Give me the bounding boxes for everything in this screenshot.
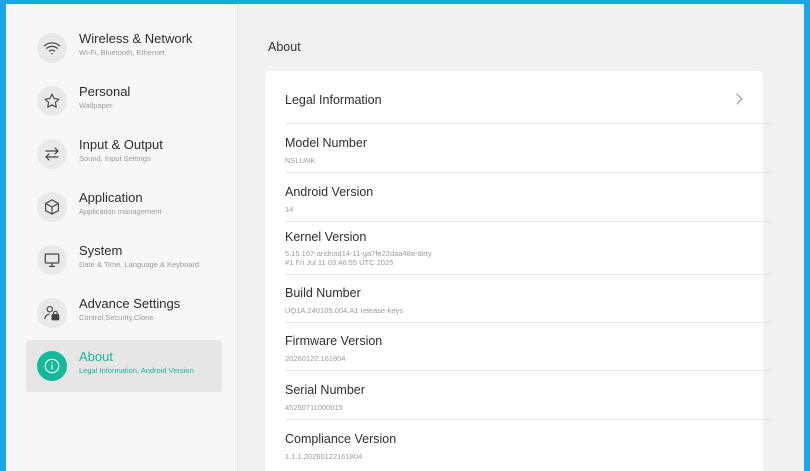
sidebar-item-subtitle: Legal Information, Android Version <box>79 366 194 375</box>
row-value: 14 <box>285 205 294 214</box>
row-title: Model Number <box>285 136 367 150</box>
sidebar-item-system[interactable]: System Date & Time, Language & Keyboard <box>26 234 222 286</box>
row-value-line2: #1 Fri Jul 11 03:46:55 UTC 2025 <box>285 258 394 267</box>
divider <box>285 123 771 124</box>
row-value-line1: 5.15.167-android14-11-ga7fe22daa48a-dirt… <box>285 249 432 258</box>
sidebar-item-title: Personal <box>79 84 131 99</box>
page-title: About <box>268 40 301 54</box>
sidebar-item-title: Application <box>79 190 143 205</box>
row-title: Legal Information <box>285 93 382 107</box>
row-title: Build Number <box>285 286 361 300</box>
settings-window: Wireless & Network Wi-Fi, Bluetooth, Eth… <box>6 4 804 471</box>
compliance-version-row: Compliance Version 1.1.1.20260122161804 <box>285 432 769 461</box>
sidebar-item-title: Input & Output <box>79 137 163 152</box>
sidebar-item-advance-settings[interactable]: Advance Settings Control,Security,Clone <box>26 287 222 339</box>
row-value: NSLUNK <box>285 156 316 165</box>
row-value: 20260122.161804 <box>285 354 346 363</box>
android-version-row: Android Version 14 <box>285 185 769 214</box>
sidebar-item-title: Wireless & Network <box>79 31 193 46</box>
row-title: Android Version <box>285 185 374 199</box>
serial-number-row: Serial Number 45250711000015 <box>285 383 769 412</box>
row-value: 45250711000015 <box>285 403 343 412</box>
sidebar-item-title: Advance Settings <box>79 296 181 311</box>
sidebar-item-subtitle: Wallpaper <box>79 101 113 110</box>
chevron-right-icon <box>731 93 743 105</box>
sidebar-item-subtitle: Wi-Fi, Bluetooth, Ethernet <box>79 48 165 57</box>
divider <box>285 419 771 420</box>
legal-information-row[interactable]: Legal Information <box>265 71 763 123</box>
sidebar-item-personal[interactable]: Personal Wallpaper <box>26 75 222 127</box>
kernel-version-row: Kernel Version 5.15.167-android14-11-ga7… <box>285 230 769 267</box>
sidebar-item-subtitle: Sound, Input Settings <box>79 154 151 163</box>
sidebar-item-title: About <box>79 349 113 364</box>
about-card: Legal Information Model Number NSLUNK An… <box>265 71 771 471</box>
wifi-icon <box>37 33 67 63</box>
swap-arrows-icon <box>37 139 67 169</box>
divider <box>285 172 771 173</box>
build-number-row: Build Number UQ1A.240105.004.A1 release-… <box>285 286 769 315</box>
sidebar-item-subtitle: Date & Time, Language & Keyboard <box>79 260 200 269</box>
sidebar-item-input-output[interactable]: Input & Output Sound, Input Settings <box>26 128 222 180</box>
row-value: UQ1A.240105.004.A1 release-keys <box>285 306 403 315</box>
monitor-icon <box>37 245 67 275</box>
sidebar-item-subtitle: Application management <box>79 207 162 216</box>
row-title: Serial Number <box>285 383 365 397</box>
info-icon <box>37 351 67 381</box>
sidebar-item-wireless-network[interactable]: Wireless & Network Wi-Fi, Bluetooth, Eth… <box>26 22 222 74</box>
divider <box>285 322 771 323</box>
row-value: 1.1.1.20260122161804 <box>285 452 363 461</box>
divider <box>285 370 771 371</box>
sidebar-item-title: System <box>79 243 123 258</box>
sidebar-item-about[interactable]: About Legal Information, Android Version <box>26 340 222 392</box>
user-lock-icon <box>37 298 67 328</box>
row-title: Firmware Version <box>285 334 383 348</box>
firmware-version-row: Firmware Version 20260122.161804 <box>285 334 769 363</box>
row-title: Compliance Version <box>285 432 397 446</box>
star-icon <box>37 86 67 116</box>
cube-icon <box>37 192 67 222</box>
divider <box>285 221 771 222</box>
sidebar: Wireless & Network Wi-Fi, Bluetooth, Eth… <box>6 4 238 471</box>
row-title: Kernel Version <box>285 230 367 244</box>
divider <box>285 274 771 275</box>
model-number-row: Model Number NSLUNK <box>285 136 769 165</box>
sidebar-item-application[interactable]: Application Application management <box>26 181 222 233</box>
sidebar-item-subtitle: Control,Security,Clone <box>79 313 154 322</box>
